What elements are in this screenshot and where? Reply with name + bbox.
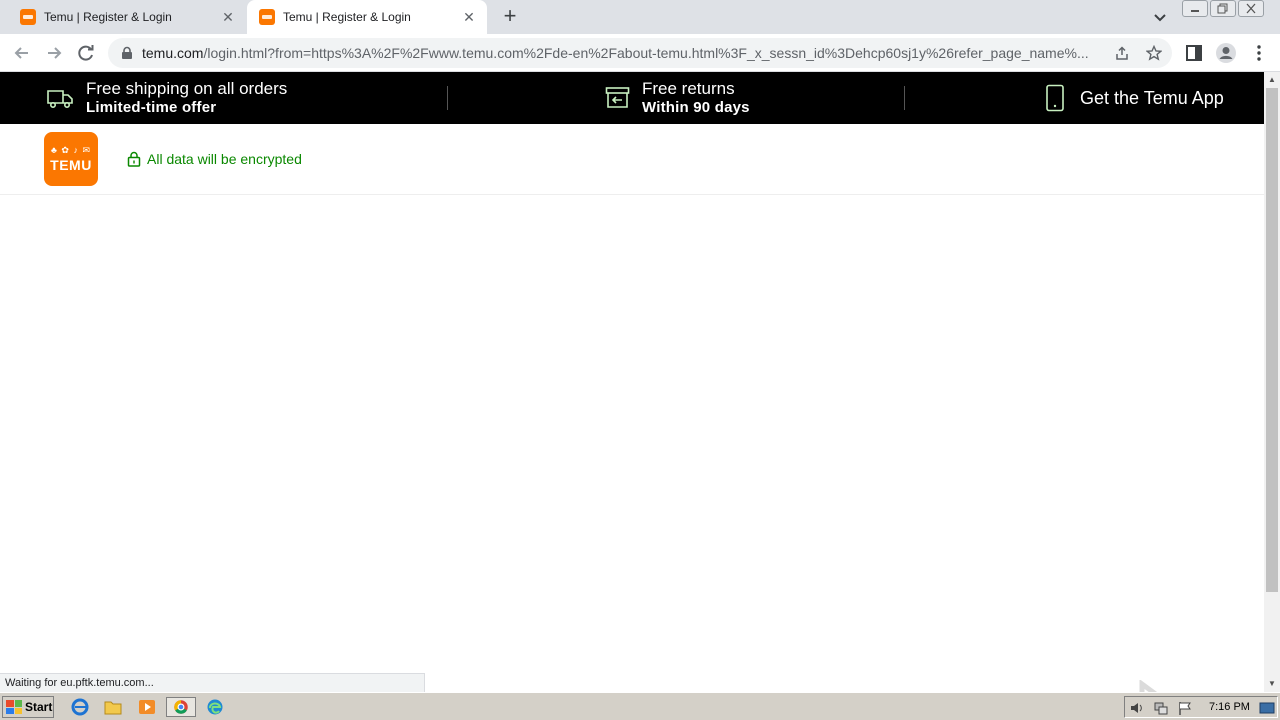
scroll-thumb[interactable]	[1266, 88, 1278, 592]
logo-glyph-icon: ♣ ✿ ♪ ✉	[51, 145, 91, 155]
share-icon[interactable]	[1114, 45, 1130, 61]
promo-shipping[interactable]: Free shipping on all orders Limited-time…	[46, 72, 287, 124]
lock-icon[interactable]	[120, 46, 134, 60]
speaker-icon[interactable]	[1129, 700, 1145, 716]
truck-icon	[47, 90, 73, 108]
back-arrow-icon[interactable]	[11, 42, 33, 64]
encryption-text: All data will be encrypted	[147, 151, 302, 167]
show-desktop-icon[interactable]	[1259, 700, 1275, 716]
profile-avatar-icon[interactable]	[1215, 42, 1237, 64]
temu-logo[interactable]: ♣ ✿ ♪ ✉ TEMU	[44, 132, 98, 186]
folder-icon[interactable]	[102, 697, 124, 717]
promo-app[interactable]: Get the Temu App	[1045, 72, 1224, 124]
promo-shipping-sub: Limited-time offer	[86, 99, 217, 116]
divider	[904, 86, 905, 110]
restore-button[interactable]	[1210, 0, 1236, 17]
start-button[interactable]: Start	[2, 696, 54, 718]
windows-logo-icon	[6, 700, 22, 714]
lock-icon	[127, 151, 141, 167]
close-icon[interactable]: ✕	[220, 9, 236, 25]
scroll-down-arrow-icon[interactable]: ▼	[1264, 676, 1280, 692]
more-menu-icon[interactable]	[1249, 43, 1269, 63]
divider	[447, 86, 448, 110]
promo-shipping-title: Free shipping on all orders	[86, 79, 288, 98]
close-icon[interactable]: ✕	[461, 9, 477, 25]
edge-icon[interactable]	[204, 697, 226, 717]
scroll-up-arrow-icon[interactable]: ▲	[1264, 72, 1280, 88]
promo-app-title: Get the Temu App	[1080, 88, 1224, 108]
tab-active[interactable]: Temu | Register & Login ✕	[247, 0, 487, 34]
reload-icon[interactable]	[75, 42, 97, 64]
tab-title: Temu | Register & Login	[283, 10, 411, 24]
minimize-button[interactable]	[1182, 0, 1208, 17]
network-icon[interactable]	[1153, 700, 1169, 716]
page-content: Free shipping on all orders Limited-time…	[0, 72, 1264, 692]
internet-explorer-icon[interactable]	[69, 697, 91, 717]
new-tab-button[interactable]: +	[499, 5, 521, 27]
side-panel-icon[interactable]	[1184, 43, 1204, 63]
temu-favicon-icon	[20, 9, 36, 25]
logo-text: TEMU	[50, 157, 92, 173]
forward-arrow-icon[interactable]	[43, 42, 65, 64]
return-box-icon	[605, 87, 630, 108]
phone-icon	[1046, 84, 1064, 112]
anyrun-watermark: ANY RUN	[1038, 680, 1264, 692]
star-icon[interactable]	[1146, 45, 1162, 61]
tab-strip: Temu | Register & Login ✕ Temu | Registe…	[0, 0, 1280, 34]
address-bar[interactable]: temu.com/login.html?from=https%3A%2F%2Fw…	[108, 38, 1172, 68]
browser-toolbar: temu.com/login.html?from=https%3A%2F%2Fw…	[0, 34, 1280, 72]
tab-inactive[interactable]: Temu | Register & Login ✕	[8, 0, 246, 34]
encryption-notice: All data will be encrypted	[127, 151, 302, 167]
status-bubble: Waiting for eu.pftk.temu.com...	[0, 673, 425, 692]
windows-taskbar: Start 7:16 PM	[0, 692, 1280, 720]
site-header: ♣ ✿ ♪ ✉ TEMU All data will be encrypted	[0, 124, 1264, 195]
promo-returns[interactable]: Free returns Within 90 days	[605, 72, 750, 124]
url-text[interactable]: temu.com/login.html?from=https%3A%2F%2Fw…	[142, 45, 1107, 61]
promo-returns-title: Free returns	[642, 79, 735, 98]
start-label: Start	[25, 700, 53, 714]
temu-favicon-icon	[259, 9, 275, 25]
media-player-icon[interactable]	[136, 697, 158, 717]
close-window-button[interactable]	[1238, 0, 1264, 17]
tab-title: Temu | Register & Login	[44, 10, 172, 24]
window-controls	[1182, 0, 1266, 18]
watermark-text-left: ANY	[1038, 684, 1134, 692]
page-scrollbar[interactable]: ▲ ▼	[1264, 72, 1280, 692]
chevron-down-icon[interactable]	[1151, 8, 1169, 26]
promo-banner: Free shipping on all orders Limited-time…	[0, 72, 1264, 124]
chrome-icon[interactable]	[166, 697, 196, 717]
taskbar-clock[interactable]: 7:16 PM	[1209, 701, 1250, 713]
promo-returns-sub: Within 90 days	[642, 99, 750, 116]
play-logo-icon	[1139, 680, 1158, 692]
system-tray: 7:16 PM	[1124, 696, 1278, 718]
flag-icon[interactable]	[1177, 700, 1193, 716]
watermark-text-right: RUN	[1182, 684, 1264, 692]
